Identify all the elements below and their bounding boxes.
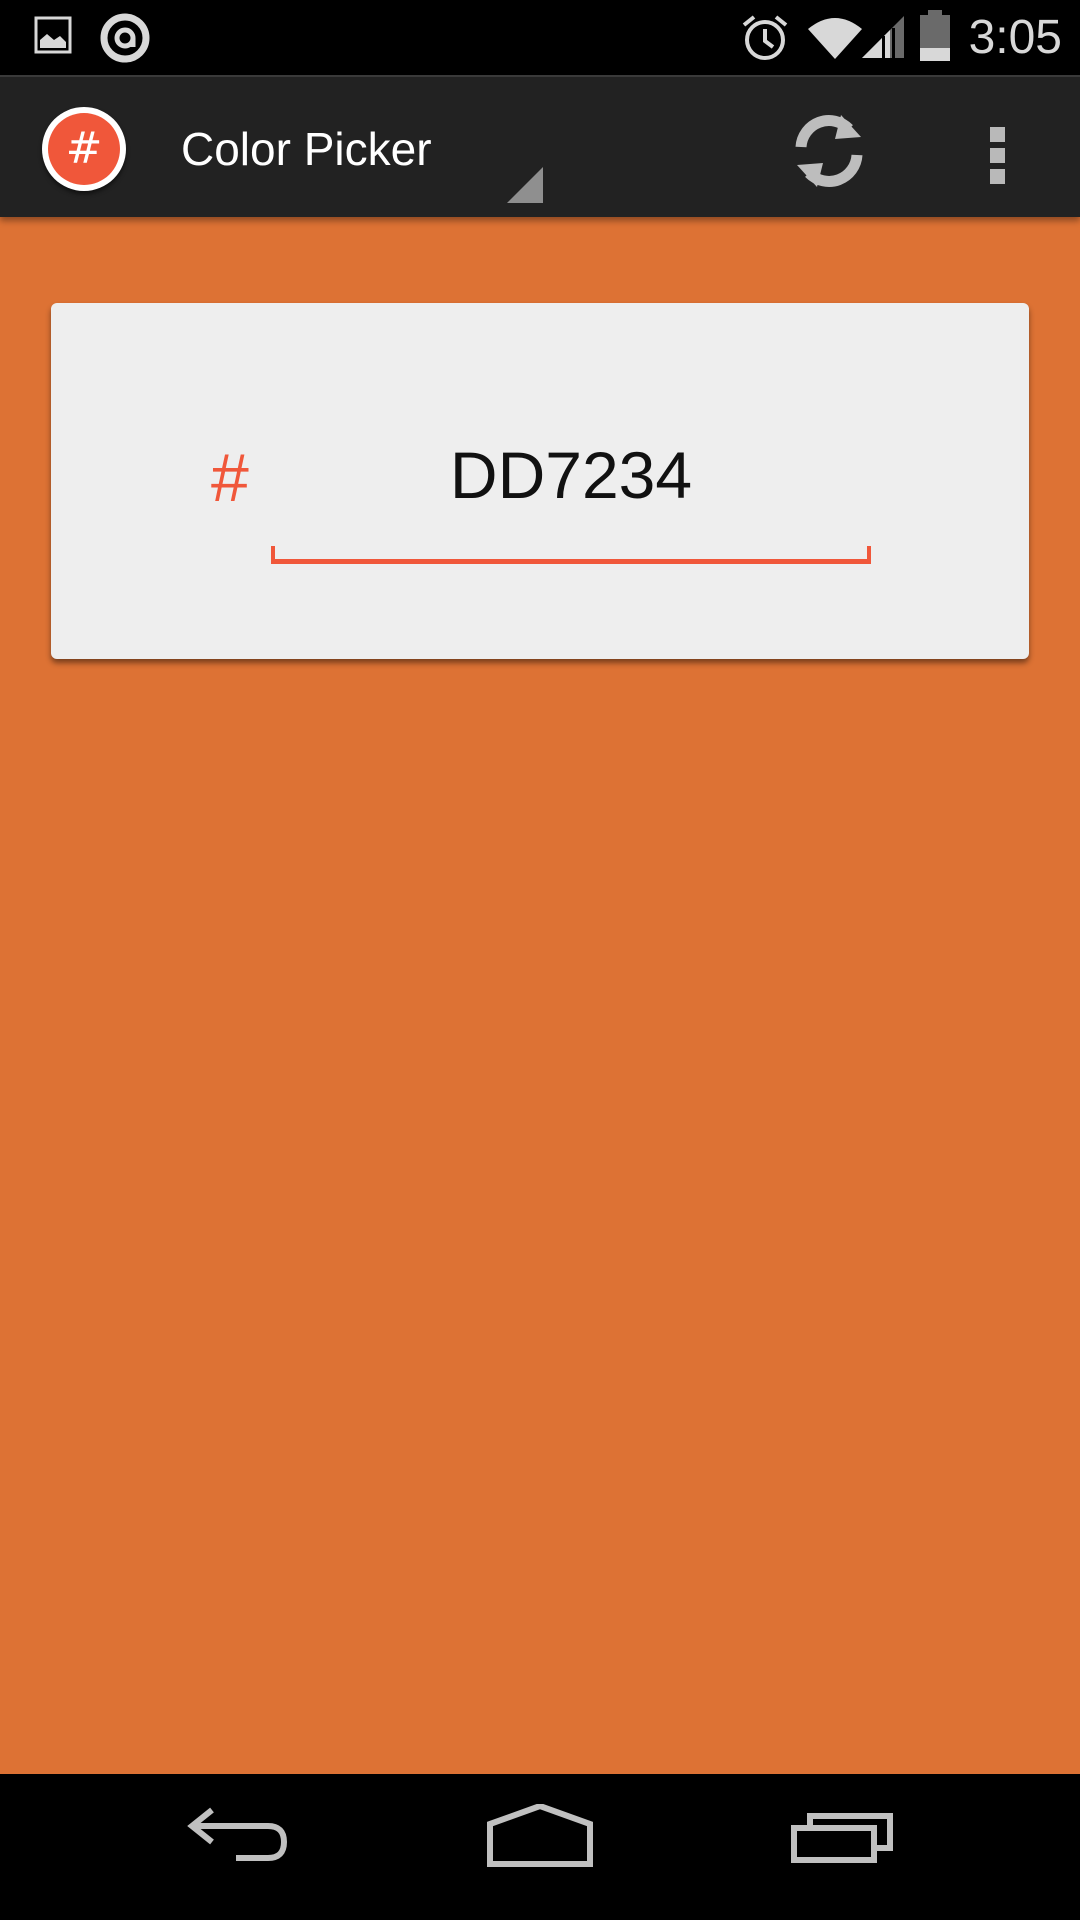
home-button[interactable] [484, 1802, 596, 1879]
home-icon [487, 1802, 593, 1867]
input-underline [271, 546, 871, 564]
spinner-indicator-icon [507, 167, 543, 203]
wifi-icon [808, 18, 862, 59]
back-icon [187, 1807, 288, 1861]
title-spinner[interactable]: Color Picker [150, 77, 545, 217]
navigation-bar [0, 1774, 1080, 1920]
status-bar: 3:05 [0, 0, 1080, 75]
status-clock: 3:05 [968, 11, 1062, 64]
screen: 3:05 # Color Picker # DD7234 [0, 0, 1080, 1920]
battery-icon [920, 10, 950, 61]
recents-icon [791, 1813, 893, 1863]
refresh-button[interactable] [785, 107, 873, 195]
app-title: Color Picker [181, 123, 432, 175]
action-bar: # Color Picker [0, 75, 1080, 217]
signal-icon [862, 16, 904, 58]
recents-button[interactable] [790, 1804, 896, 1879]
app-logo-hash-icon: # [48, 113, 120, 185]
color-preview-area: # [0, 217, 1080, 1774]
alarm-icon [742, 15, 788, 60]
overflow-menu-button[interactable] [970, 107, 1024, 195]
refresh-icon [795, 115, 863, 187]
color-input-card: # [51, 303, 1029, 659]
hash-prefix-label: # [211, 440, 249, 516]
gallery-icon [34, 16, 72, 54]
hex-color-input[interactable] [271, 423, 871, 527]
app-notification-icon [100, 13, 150, 63]
app-logo[interactable]: # [42, 107, 126, 191]
back-button[interactable] [186, 1804, 290, 1879]
